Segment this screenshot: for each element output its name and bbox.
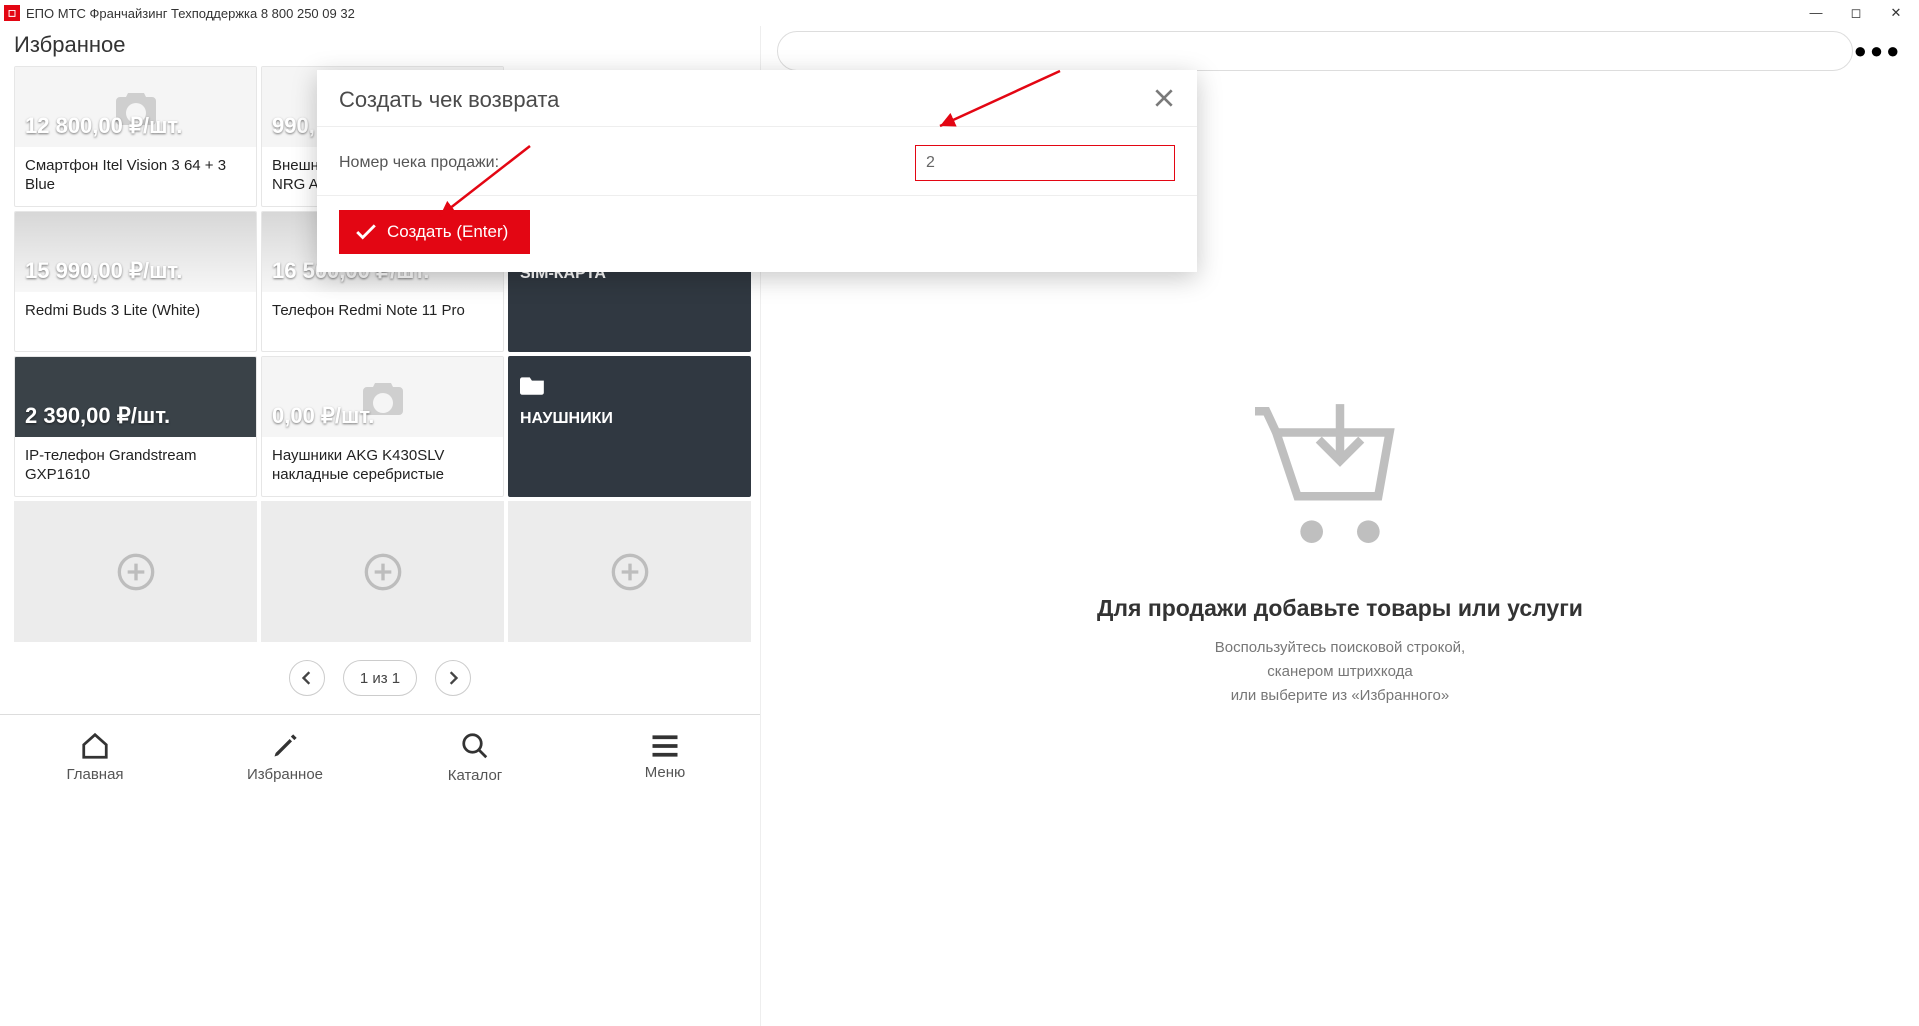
product-name: Телефон Redmi Note 11 Pro: [262, 292, 503, 351]
product-price: 2 390,00 ₽/шт.: [25, 403, 170, 429]
app-icon: ◻: [4, 5, 20, 21]
window-title: ЕПО МТС Франчайзинг Техподдержка 8 800 2…: [26, 6, 1807, 21]
chevron-left-icon: [301, 671, 313, 685]
return-receipt-modal: Создать чек возврата Номер чека продажи:…: [317, 70, 1197, 272]
menu-icon: [650, 734, 680, 758]
nav-favorites[interactable]: Избранное: [190, 715, 380, 800]
maximize-button[interactable]: ◻: [1847, 5, 1865, 21]
product-name: Наушники AKG K430SLV накладные серебрист…: [262, 437, 503, 496]
window-controls: — ◻ ✕: [1807, 5, 1915, 21]
favorites-header: Избранное: [0, 26, 760, 66]
product-card[interactable]: 0,00 ₽/шт. Наушники AKG K430SLV накладны…: [261, 356, 504, 497]
pencil-icon: [271, 732, 299, 760]
nav-label: Избранное: [247, 766, 323, 783]
nav-home[interactable]: Главная: [0, 715, 190, 800]
product-card[interactable]: 15 990,00 ₽/шт. Redmi Buds 3 Lite (White…: [14, 211, 257, 352]
cart-empty-line: сканером штрихкода: [1267, 663, 1413, 680]
product-price: 12 800,00 ₽/шт.: [25, 113, 182, 139]
nav-label: Каталог: [448, 767, 503, 784]
close-button[interactable]: ✕: [1887, 5, 1905, 21]
create-button[interactable]: Создать (Enter): [339, 210, 530, 254]
pager-next[interactable]: [435, 660, 471, 696]
pager-prev[interactable]: [289, 660, 325, 696]
chevron-right-icon: [447, 671, 459, 685]
add-slot[interactable]: [508, 501, 751, 642]
product-price: 990,: [272, 113, 315, 139]
modal-title: Создать чек возврата: [339, 87, 559, 113]
product-price: 15 990,00 ₽/шт.: [25, 258, 182, 284]
product-card[interactable]: 12 800,00 ₽/шт. Смартфон Itel Vision 3 6…: [14, 66, 257, 207]
nav-label: Меню: [645, 764, 686, 781]
search-box[interactable]: [777, 31, 1853, 71]
bottom-nav: Главная Избранное Каталог Меню: [0, 714, 760, 800]
receipt-number-input[interactable]: [915, 145, 1175, 181]
folder-icon: [520, 374, 546, 396]
cart-download-icon: [1255, 395, 1425, 555]
folder-card-headphones[interactable]: НАУШНИКИ: [508, 356, 751, 497]
dots-icon: ●●●: [1854, 38, 1903, 63]
search-icon: [460, 731, 490, 761]
search-row: ●●●: [761, 26, 1919, 76]
folder-label: НАУШНИКИ: [520, 410, 739, 428]
nav-menu[interactable]: Меню: [570, 715, 760, 800]
cart-empty-line: или выберите из «Избранного»: [1231, 687, 1449, 704]
plus-circle-icon: [363, 552, 403, 592]
pager-label: 1 из 1: [343, 660, 417, 696]
receipt-number-label: Номер чека продажи:: [339, 154, 499, 172]
titlebar: ◻ ЕПО МТС Франчайзинг Техподдержка 8 800…: [0, 0, 1919, 26]
check-icon: [355, 223, 377, 241]
modal-close-button[interactable]: [1153, 86, 1175, 114]
close-icon: [1153, 87, 1175, 109]
nav-label: Главная: [66, 766, 123, 783]
pager: 1 из 1: [0, 642, 760, 714]
add-slot[interactable]: [261, 501, 504, 642]
plus-circle-icon: [116, 552, 156, 592]
product-name: Смартфон Itel Vision 3 64 + 3 Blue: [15, 147, 256, 206]
cart-empty-line: Воспользуйтесь поисковой строкой,: [1215, 639, 1465, 656]
product-price: 0,00 ₽/шт.: [272, 403, 374, 429]
home-icon: [80, 732, 110, 760]
product-card[interactable]: 2 390,00 ₽/шт. IP-телефон Grandstream GX…: [14, 356, 257, 497]
create-button-label: Создать (Enter): [387, 222, 508, 242]
more-button[interactable]: ●●●: [1853, 38, 1903, 64]
plus-circle-icon: [610, 552, 650, 592]
add-slot[interactable]: [14, 501, 257, 642]
nav-catalog[interactable]: Каталог: [380, 715, 570, 800]
product-name: Redmi Buds 3 Lite (White): [15, 292, 256, 351]
cart-empty-title: Для продажи добавьте товары или услуги: [1097, 595, 1583, 622]
product-name: IP-телефон Grandstream GXP1610: [15, 437, 256, 496]
minimize-button[interactable]: —: [1807, 5, 1825, 21]
